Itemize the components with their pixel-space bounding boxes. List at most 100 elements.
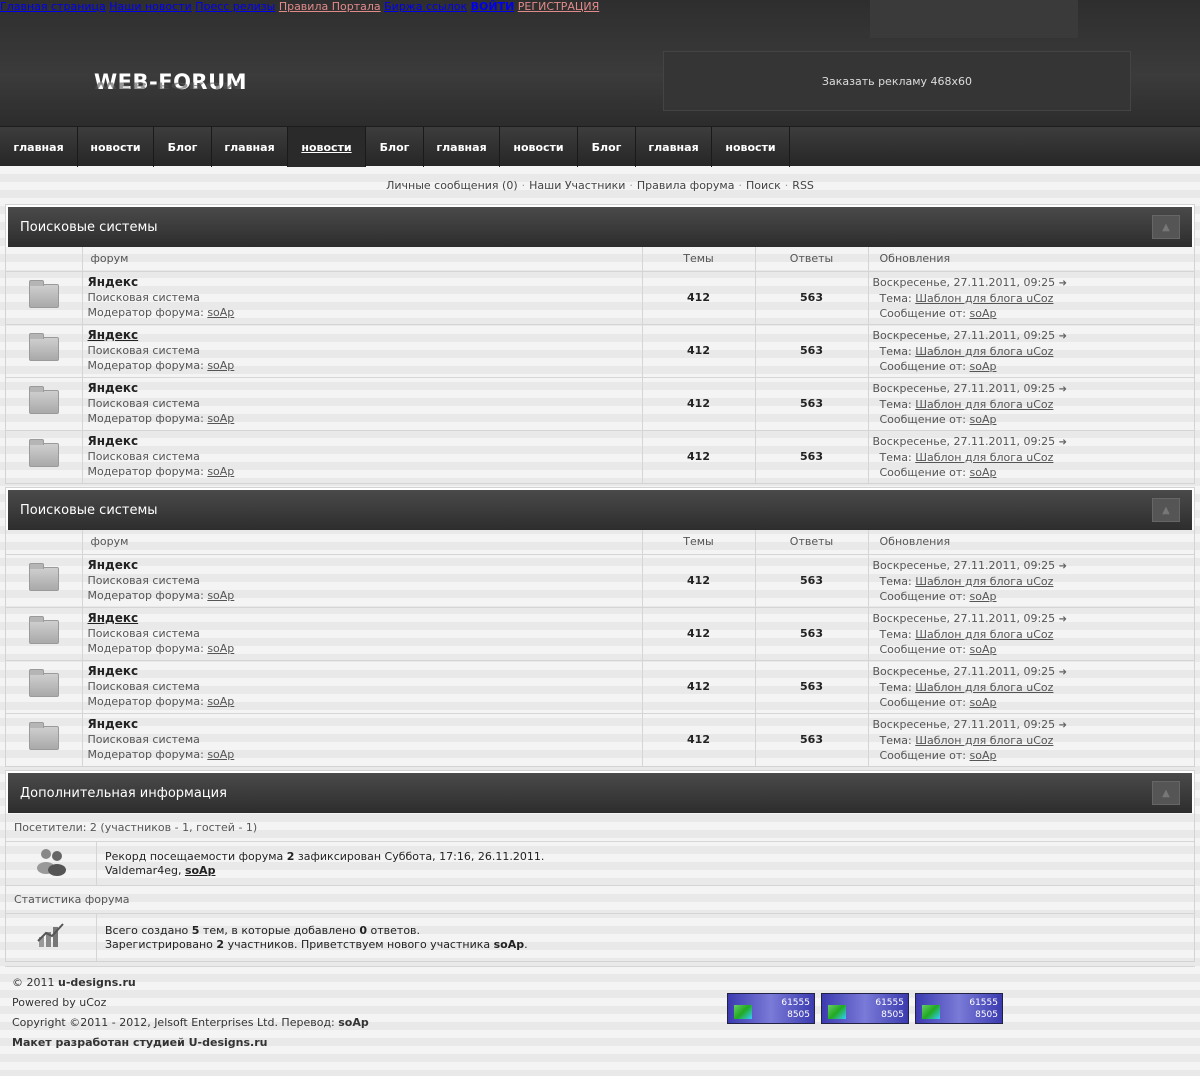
forum-name-link[interactable]: Яндекс [88,664,642,679]
header-forum: форум [82,247,643,271]
quicklink-3[interactable]: Поиск [746,179,781,192]
author-link[interactable]: soAp [970,307,997,320]
reg-num: 2 [216,937,225,951]
forum-cell: Яндекс Поисковая система Модератор форум… [82,712,643,766]
goto-arrow-icon[interactable]: ➜ [1059,667,1067,678]
users-icon [6,846,96,882]
moderator-link[interactable]: soAp [207,642,234,655]
moderator-label: Модератор форума: [87,306,204,319]
forum-name-link[interactable]: Яндекс [88,434,642,449]
update-date: Воскресенье, 27.11.2011, 09:25 [872,434,1056,448]
goto-arrow-icon[interactable]: ➜ [1059,437,1067,448]
author-link[interactable]: soAp [970,360,997,373]
quicklink-1[interactable]: Наши Участники [529,179,625,192]
collapse-button[interactable]: ▲ [1152,498,1180,522]
footer-made-by[interactable]: Макет разработан студией U-designs.ru [12,1033,369,1053]
forum-name-link[interactable]: Яндекс [88,328,642,343]
user-link[interactable]: soAp [185,864,216,877]
menu-item-7[interactable]: новости [500,127,578,167]
author-link[interactable]: soAp [970,466,997,479]
moderator-link[interactable]: soAp [207,748,234,761]
update-cell: Воскресенье, 27.11.2011, 09:25 ➜ Тема: Ш… [868,376,1194,430]
menu-item-8[interactable]: Блог [578,127,636,167]
collapse-button[interactable]: ▲ [1152,215,1180,239]
message-label: Сообщение от: [879,465,967,479]
moderator-label: Модератор форума: [87,748,204,762]
author-link[interactable]: soAp [970,643,997,656]
menu-item-5[interactable]: Блог [366,127,424,167]
goto-arrow-icon[interactable]: ➜ [1059,331,1067,342]
moderator-link[interactable]: soAp [207,589,234,602]
table-row: Яндекс Поисковая система Модератор форум… [6,659,1194,713]
moderator-link[interactable]: soAp [207,695,234,708]
menu-item-4[interactable]: новости [288,127,366,167]
menu-item-9[interactable]: главная [636,127,712,167]
moderator-label: Модератор форума: [87,642,204,655]
record-post: зафиксирован Суббота, 17:16, 26.11.2011. [294,849,545,863]
menu-item-3[interactable]: главная [212,127,288,167]
topic-link[interactable]: Шаблон для блога uCoz [915,734,1053,747]
footer-site-link[interactable]: u-designs.ru [58,976,136,989]
author-link[interactable]: soAp [970,749,997,762]
register-link[interactable]: РЕГИСТРАЦИЯ [518,0,600,13]
menu-item-6[interactable]: главная [424,127,500,167]
topnav-home[interactable]: Главная страница [0,0,106,13]
menu-item-1[interactable]: новости [78,127,154,167]
update-cell: Воскресенье, 27.11.2011, 09:25 ➜ Тема: Ш… [868,712,1194,766]
counter-badge[interactable]: 61555 8505 [727,993,815,1024]
counter-badge[interactable]: 61555 8505 [821,993,909,1024]
goto-arrow-icon[interactable]: ➜ [1059,278,1067,289]
topic-link[interactable]: Шаблон для блога uCoz [915,575,1053,588]
moderator-link[interactable]: soAp [207,412,234,425]
author-link[interactable]: soAp [970,413,997,426]
topic-link[interactable]: Шаблон для блога uCoz [915,628,1053,641]
topnav-rules[interactable]: Правила Портала [279,0,381,13]
update-cell: Воскресенье, 27.11.2011, 09:25 ➜ Тема: Ш… [868,323,1194,377]
login-button[interactable]: ВОЙТИ [471,0,515,13]
topnav-exchange[interactable]: Биржа ссылок [384,0,467,13]
topic-link[interactable]: Шаблон для блога uCoz [915,292,1053,305]
footer-copy-pre: © 2011 [12,976,58,989]
goto-arrow-icon[interactable]: ➜ [1059,614,1067,625]
menu-item-2[interactable]: Блог [154,127,212,167]
reg-user[interactable]: soAp [494,938,525,951]
header-blank [6,247,83,271]
topnav-press[interactable]: Пресс релизы [195,0,275,13]
footer-powered[interactable]: Powered by uCoz [12,993,369,1013]
counter-logo-icon [922,1005,940,1019]
collapse-button[interactable]: ▲ [1152,781,1180,805]
topic-link[interactable]: Шаблон для блога uCoz [915,398,1053,411]
goto-arrow-icon[interactable]: ➜ [1059,384,1067,395]
topic-link[interactable]: Шаблон для блога uCoz [915,451,1053,464]
forum-name-link[interactable]: Яндекс [88,558,642,573]
author-link[interactable]: soAp [970,590,997,603]
quicklink-0[interactable]: Личные сообщения (0) [386,179,518,192]
record-pre: Рекорд посещаемости форума [105,849,287,863]
moderator-link[interactable]: soAp [207,306,234,319]
forum-section: Поисковые системы ▲ форум Темы Ответы Об… [5,204,1195,484]
folder-icon [28,616,59,644]
moderator-link[interactable]: soAp [207,359,234,372]
message-label: Сообщение от: [879,589,967,603]
topic-link[interactable]: Шаблон для блога uCoz [915,681,1053,694]
goto-arrow-icon[interactable]: ➜ [1059,561,1067,572]
topics-count: 412 [642,376,756,430]
ad-banner[interactable]: Заказать рекламу 468х60 [663,51,1131,111]
topnav-news[interactable]: Наши новости [109,0,191,13]
topic-label: Тема: [879,574,912,588]
quicklink-4[interactable]: RSS [792,179,814,192]
author-link[interactable]: soAp [970,696,997,709]
topic-link[interactable]: Шаблон для блога uCoz [915,345,1053,358]
menu-item-10[interactable]: новости [712,127,790,167]
forum-name-link[interactable]: Яндекс [88,611,642,626]
forum-description: Поисковая система [87,397,200,410]
forum-name-link[interactable]: Яндекс [88,381,642,396]
update-date: Воскресенье, 27.11.2011, 09:25 [872,558,1056,572]
forum-name-link[interactable]: Яндекс [88,275,642,290]
moderator-link[interactable]: soAp [207,465,234,478]
forum-name-link[interactable]: Яндекс [88,717,642,732]
goto-arrow-icon[interactable]: ➜ [1059,720,1067,731]
quicklink-2[interactable]: Правила форума [637,179,735,192]
menu-item-0[interactable]: главная [0,127,78,167]
counter-badge[interactable]: 61555 8505 [915,993,1003,1024]
